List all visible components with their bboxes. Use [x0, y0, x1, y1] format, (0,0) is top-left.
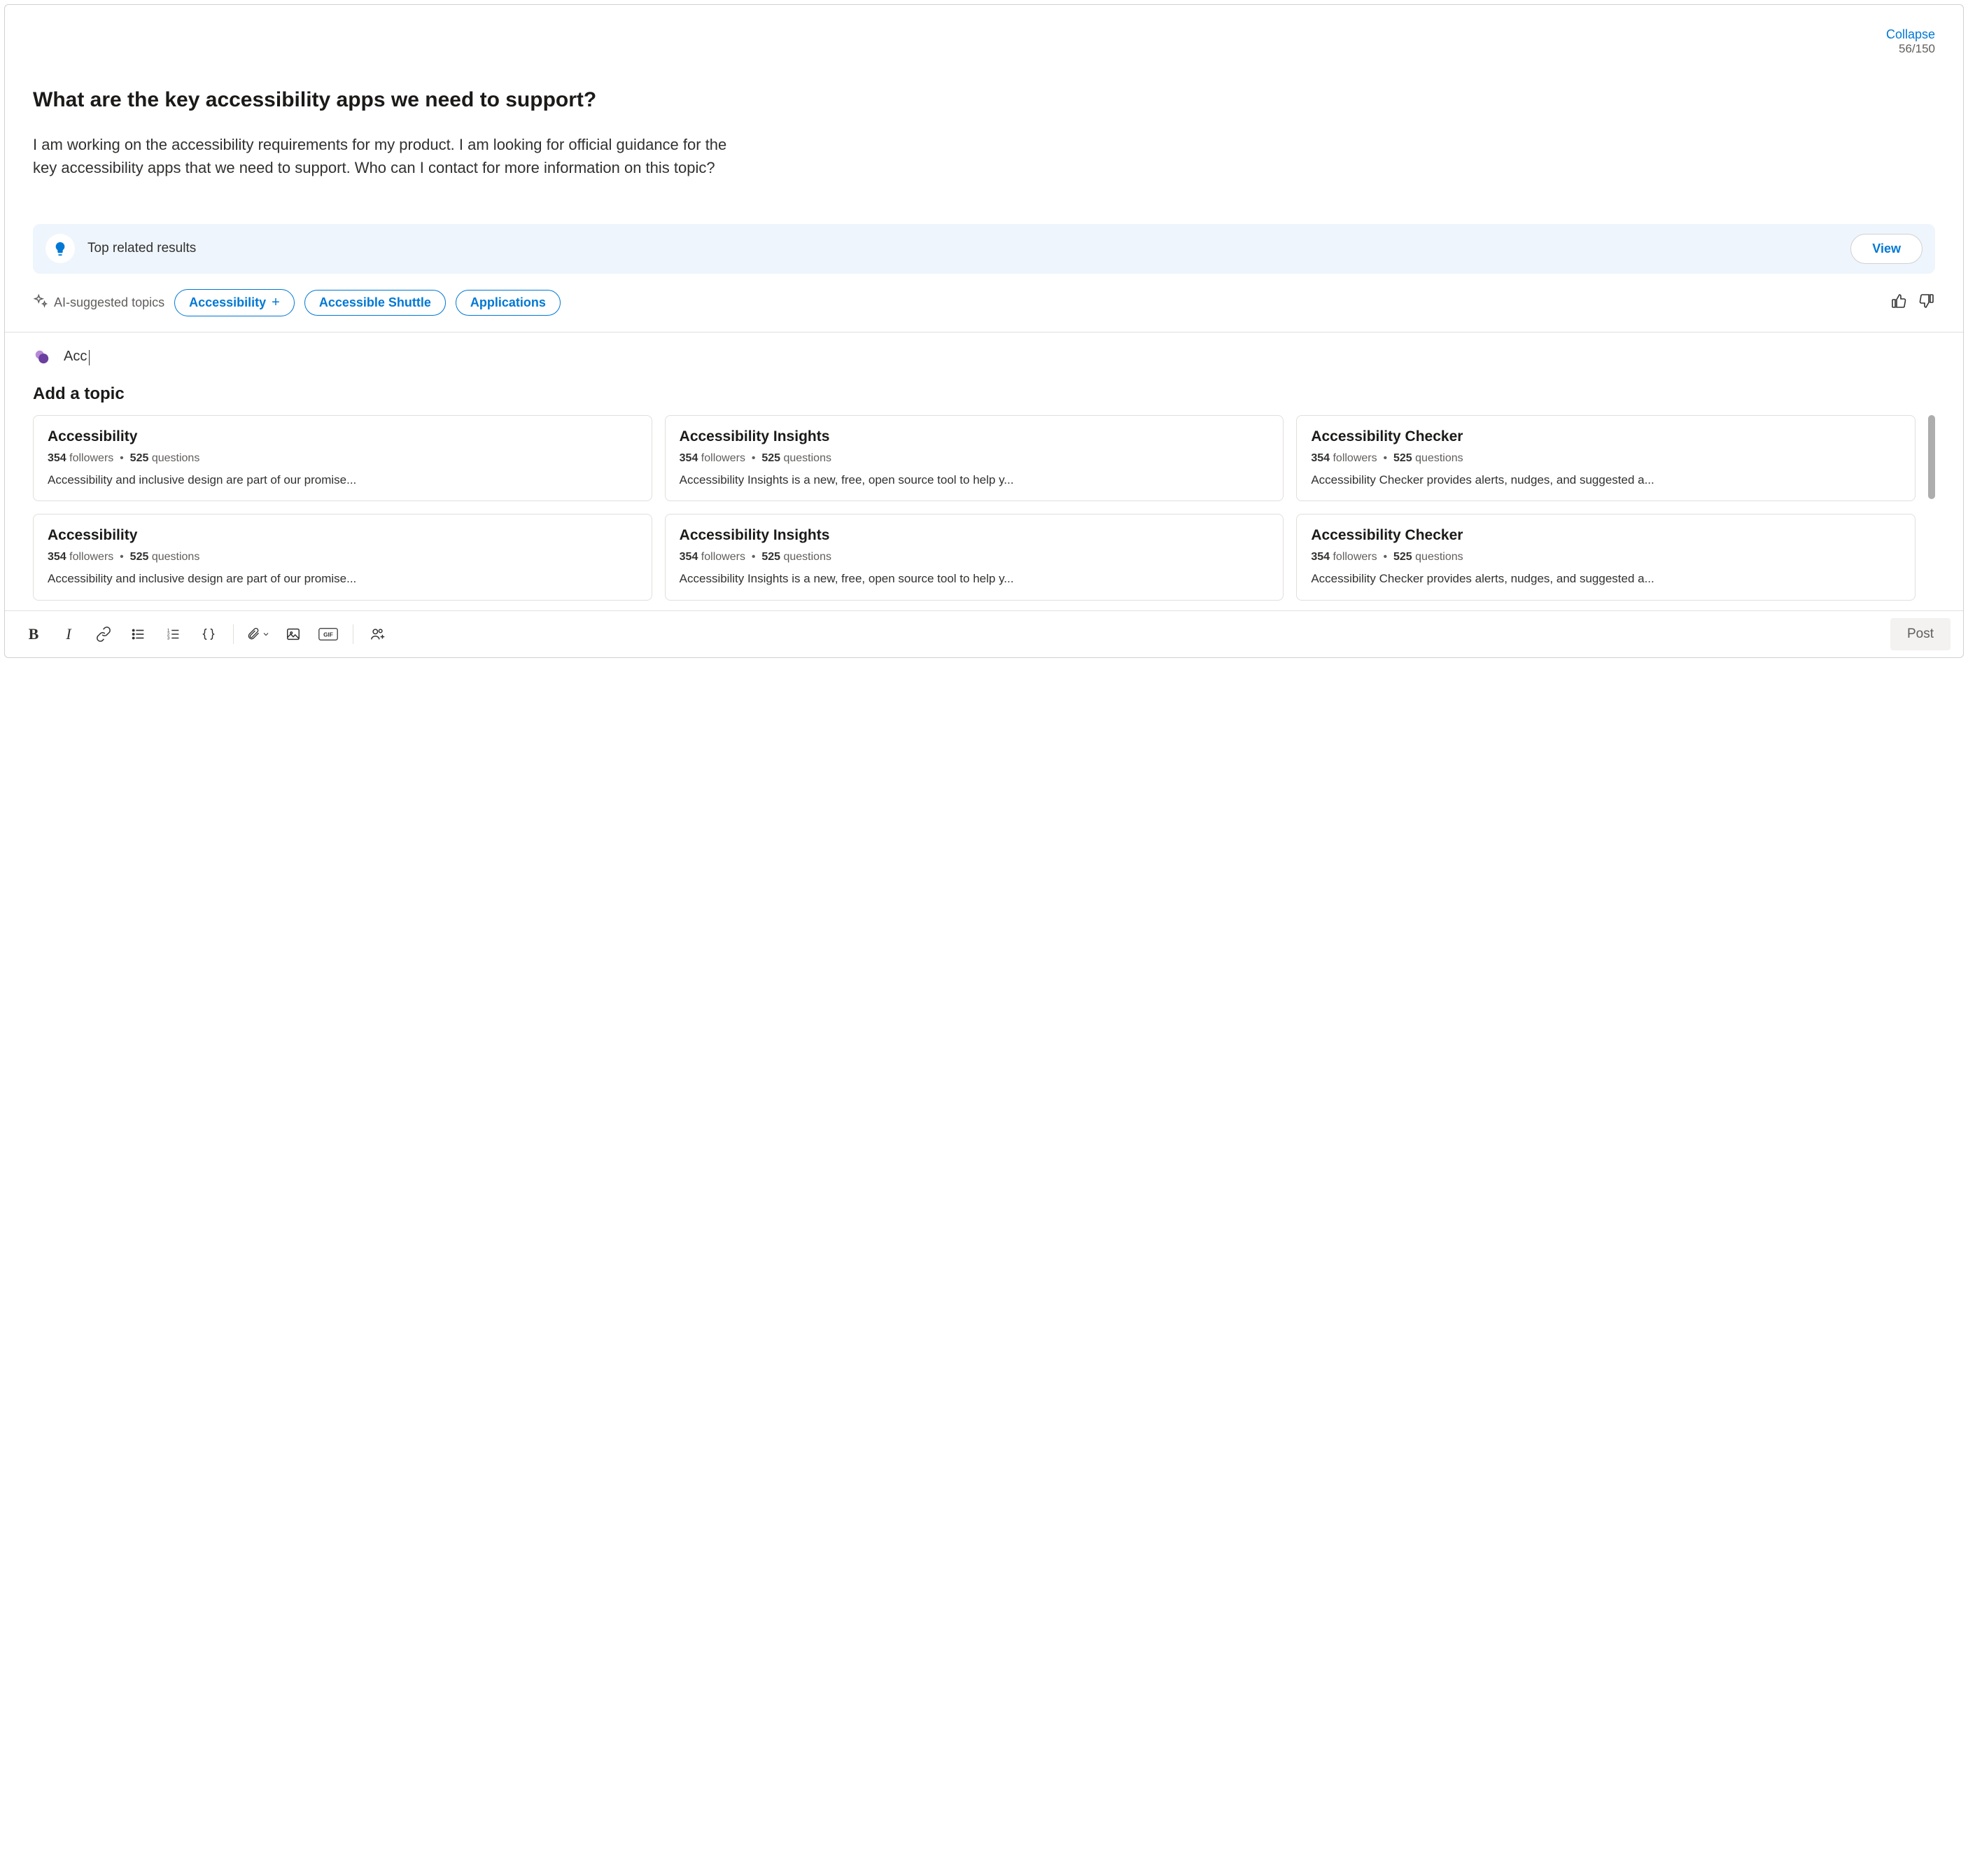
card-title: Accessibility Checker [1311, 527, 1901, 544]
chip-accessible-shuttle[interactable]: Accessible Shuttle [304, 290, 446, 316]
chip-applications[interactable]: Applications [456, 290, 561, 316]
thumbs-down-button[interactable] [1918, 293, 1935, 313]
thumbs-up-button[interactable] [1890, 293, 1907, 313]
format-toolbar: B I 123 GIF Post [5, 610, 1963, 657]
card-meta: 354 followers • 525 questions [48, 551, 638, 564]
attach-button[interactable] [242, 620, 274, 648]
chip-accessibility[interactable]: Accessibility+ [174, 289, 295, 316]
topic-card[interactable]: Accessibility 354 followers • 525 questio… [33, 415, 652, 502]
ai-suggested-label: AI-suggested topics [54, 295, 164, 310]
code-button[interactable] [192, 620, 225, 648]
card-title: Accessibility [48, 527, 638, 544]
card-description: Accessibility Insights is a new, free, o… [680, 570, 1270, 587]
header-row: Collapse 56/150 [33, 27, 1935, 62]
svg-text:3: 3 [167, 636, 170, 640]
add-topic-heading: Add a topic [33, 384, 1935, 404]
topic-icon [33, 348, 51, 366]
card-description: Accessibility Checker provides alerts, n… [1311, 472, 1901, 489]
question-body[interactable]: I am working on the accessibility requir… [33, 133, 740, 179]
related-results-bar: Top related results View [33, 224, 1935, 274]
gif-button[interactable]: GIF [312, 620, 344, 648]
post-button[interactable]: Post [1890, 618, 1951, 650]
sparkle-icon [33, 293, 48, 312]
char-counter: 56/150 [1886, 42, 1935, 56]
topic-input-row[interactable]: Acc [33, 332, 1935, 384]
topic-card[interactable]: Accessibility Checker 354 followers • 525… [1296, 514, 1916, 601]
question-title[interactable]: What are the key accessibility apps we n… [33, 87, 663, 113]
card-description: Accessibility and inclusive design are p… [48, 472, 638, 489]
topic-card[interactable]: Accessibility Insights 354 followers • 52… [665, 415, 1284, 502]
collapse-link[interactable]: Collapse [1886, 27, 1935, 42]
topic-cards-grid: Accessibility 354 followers • 525 questio… [33, 415, 1928, 607]
compose-content: Collapse 56/150 What are the key accessi… [5, 5, 1963, 606]
topic-card[interactable]: Accessibility Insights 354 followers • 52… [665, 514, 1284, 601]
lightbulb-icon [45, 234, 75, 263]
topic-card[interactable]: Accessibility Checker 354 followers • 525… [1296, 415, 1916, 502]
card-description: Accessibility Insights is a new, free, o… [680, 472, 1270, 489]
card-meta: 354 followers • 525 questions [1311, 452, 1901, 465]
italic-button[interactable]: I [52, 620, 85, 648]
add-people-button[interactable] [362, 620, 394, 648]
image-button[interactable] [277, 620, 309, 648]
card-meta: 354 followers • 525 questions [1311, 551, 1901, 564]
numbered-list-button[interactable]: 123 [157, 620, 190, 648]
card-title: Accessibility Checker [1311, 428, 1901, 445]
plus-icon: + [272, 295, 280, 311]
view-button[interactable]: View [1850, 234, 1923, 264]
card-title: Accessibility [48, 428, 638, 445]
card-meta: 354 followers • 525 questions [48, 452, 638, 465]
link-button[interactable] [87, 620, 120, 648]
scrollbar-thumb[interactable] [1928, 415, 1935, 499]
card-description: Accessibility and inclusive design are p… [48, 570, 638, 587]
bullet-list-button[interactable] [122, 620, 155, 648]
scrollbar[interactable] [1928, 415, 1935, 607]
compose-window: Collapse 56/150 What are the key accessi… [4, 4, 1964, 658]
related-label: Top related results [87, 241, 196, 256]
bold-button[interactable]: B [17, 620, 50, 648]
topic-card[interactable]: Accessibility 354 followers • 525 questio… [33, 514, 652, 601]
card-description: Accessibility Checker provides alerts, n… [1311, 570, 1901, 587]
ai-suggested-row: AI-suggested topics Accessibility+ Acces… [33, 289, 1935, 332]
svg-text:GIF: GIF [323, 631, 333, 638]
topic-input[interactable]: Acc [64, 349, 87, 365]
card-meta: 354 followers • 525 questions [680, 452, 1270, 465]
chevron-down-icon [262, 630, 270, 638]
card-meta: 354 followers • 525 questions [680, 551, 1270, 564]
toolbar-separator [233, 624, 234, 644]
card-title: Accessibility Insights [680, 428, 1270, 445]
card-title: Accessibility Insights [680, 527, 1270, 544]
